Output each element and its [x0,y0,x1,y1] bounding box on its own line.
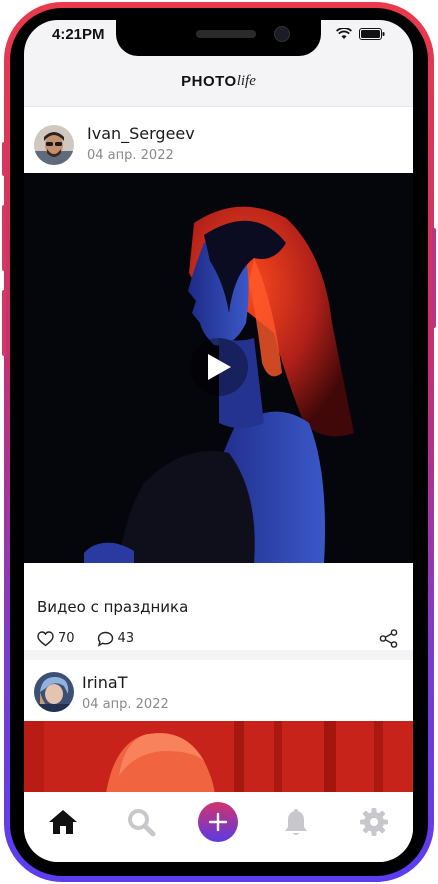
add-post-button[interactable] [198,802,239,842]
bell-icon [285,809,308,835]
avatar[interactable] [34,672,74,712]
share-button[interactable] [379,629,399,648]
post-card: IrinaT 04 апр. 2022 [24,660,413,811]
post-date: 04 апр. 2022 [87,148,174,163]
gear-icon [360,808,389,836]
tab-add[interactable] [198,802,239,842]
app-logo-bold: PHOTO [181,72,237,90]
volume-button [2,290,6,356]
heart-icon [37,630,54,646]
play-icon [208,354,231,380]
comment-icon [97,631,113,647]
search-icon [127,809,156,837]
tab-notifications[interactable] [276,802,316,842]
post-video[interactable] [24,173,413,563]
tab-home[interactable] [43,802,83,842]
comment-count: 43 [117,631,135,646]
post-caption: Видео с праздника [37,598,189,616]
status-time: 4:21PM [52,26,105,43]
speaker [196,30,256,38]
avatar-photo [34,125,74,165]
tab-settings[interactable] [354,802,394,842]
mute-switch [2,142,6,176]
notch [116,20,321,56]
play-button[interactable] [190,338,248,396]
post-date: 04 апр. 2022 [82,697,169,712]
front-camera [274,26,290,42]
like-count: 70 [58,631,75,646]
tab-bar [24,792,413,862]
status-icons [336,28,385,40]
app-header: PHOTO life [24,56,413,107]
volume-button [2,205,6,271]
app-logo-italic: life [236,72,256,89]
screen: 4:21PM PHOTO life Ivan_Sergeev 04 апр. 2… [24,20,413,862]
post-card: Ivan_Sergeev 04 апр. 2022 Видео с праздн… [24,107,413,650]
post-username[interactable]: IrinaT [82,673,127,692]
share-icon [379,629,398,648]
post-actions: 70 43 [37,629,399,648]
post-username[interactable]: Ivan_Sergeev [87,124,195,143]
like-button[interactable]: 70 [37,630,75,647]
plus-icon [209,812,228,832]
power-button [432,228,436,328]
battery-icon [359,28,385,40]
avatar-photo [34,672,74,712]
home-icon [48,810,77,834]
wifi-icon [336,28,352,39]
comment-button[interactable]: 43 [97,631,135,647]
tab-search[interactable] [121,802,161,842]
avatar[interactable] [34,125,74,165]
